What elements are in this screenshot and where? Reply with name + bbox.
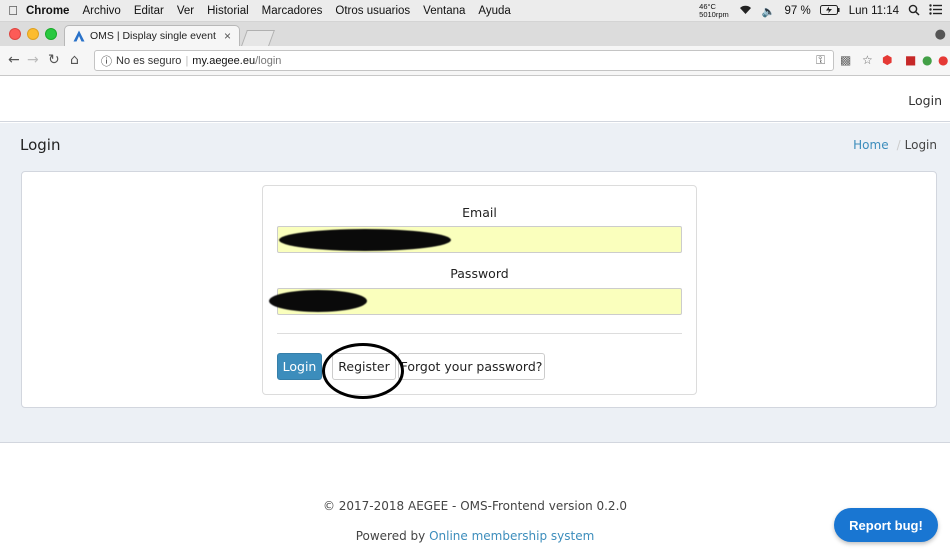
fan-rpm-value: 5010rpm [699,10,729,19]
menu-archivo[interactable]: Archivo [82,5,120,17]
menu-chrome[interactable]: Chrome [26,5,69,17]
menu-ver[interactable]: Ver [177,5,194,17]
report-bug-button[interactable]: Report bug! [834,508,938,542]
window-zoom-button[interactable] [45,28,57,40]
back-arrow-icon[interactable]: ← [8,52,20,68]
menu-otros-usuarios[interactable]: Otros usuarios [335,5,410,17]
menu-historial[interactable]: Historial [207,5,249,17]
window-minimize-button[interactable] [27,28,39,40]
home-icon[interactable]: ⌂ [70,52,79,68]
menu-ayuda[interactable]: Ayuda [478,5,510,17]
extension-icon[interactable]: ■ [905,53,916,67]
green-extension-icon[interactable]: ● [922,53,932,67]
menubar-status-area: 46°C 5010rpm 🔈 97 % Lun 11:14 [699,0,942,22]
page-footer: © 2017-2018 AEGEE - OMS-Frontend version… [0,442,950,556]
form-divider [277,333,682,334]
breadcrumb-home-link[interactable]: Home [853,138,888,152]
adblock-icon[interactable]: ⬢ [882,53,892,67]
temperature-readout[interactable]: 46°C 5010rpm [699,3,729,19]
breadcrumb: Home / Login [853,138,937,152]
mac-menubar:  Chrome Archivo Editar Ver Historial Ma… [0,0,950,22]
new-tab-button[interactable] [241,30,275,46]
forgot-password-button[interactable]: Forgot your password? [398,353,545,380]
powered-by-link[interactable]: Online membership system [429,529,594,543]
password-label: Password [450,266,509,281]
notification-center-icon[interactable] [929,4,942,18]
page-navbar: Login [0,77,950,122]
spotlight-search-icon[interactable] [908,4,920,19]
browser-tab-active[interactable]: OMS | Display single event × [64,25,240,46]
password-key-icon[interactable]: ⚿ [816,53,825,68]
battery-icon[interactable] [819,4,840,18]
powered-by-text: Powered by [355,529,430,543]
url-separator: | [185,54,189,67]
navbar-login-link[interactable]: Login [908,93,942,108]
forward-arrow-icon[interactable]: → [27,52,39,68]
clock[interactable]: Lun 11:14 [849,5,899,17]
reload-icon[interactable]: ↻ [48,52,60,68]
browser-toolbar: ← → ↻ ⌂ ⓘ No es seguro | my.aegee.eu/log… [0,46,950,76]
email-label: Email [462,205,497,220]
browser-tabstrip: OMS | Display single event × ● [0,22,950,46]
menu-editar[interactable]: Editar [134,5,164,17]
address-bar[interactable]: ⓘ No es seguro | my.aegee.eu/login [94,50,834,71]
window-close-button[interactable] [9,28,21,40]
breadcrumb-separator: / [896,138,901,152]
tab-title: OMS | Display single event [90,30,216,42]
translate-icon[interactable]: ▩ [840,53,851,67]
content-header: Login Home / Login [0,123,950,167]
menu-ventana[interactable]: Ventana [423,5,465,17]
wifi-icon[interactable] [738,4,753,18]
apple-icon[interactable]:  [0,3,26,18]
tab-close-icon[interactable]: × [224,29,231,43]
footer-panel: © 2017-2018 AEGEE - OMS-Frontend version… [0,442,950,556]
security-label: No es seguro [116,54,182,67]
page-title: Login [20,136,61,154]
url-path: /login [255,54,282,67]
password-redaction-scribble [269,290,367,312]
footer-powered-by: Powered by Online membership system [0,529,950,543]
profile-icon[interactable]: ● [935,27,946,42]
info-icon[interactable]: ⓘ [101,53,112,69]
highlight-circle-annotation [322,343,404,399]
url-domain: my.aegee.eu [192,54,256,67]
red-extension-icon[interactable]: ● [938,53,948,67]
bookmark-star-icon[interactable]: ☆ [862,53,873,67]
aegee-favicon-icon [73,30,85,42]
login-button[interactable]: Login [277,353,322,380]
breadcrumb-current: Login [904,138,937,152]
battery-percent[interactable]: 97 % [784,5,810,17]
menu-marcadores[interactable]: Marcadores [262,5,323,17]
footer-copyright: © 2017-2018 AEGEE - OMS-Frontend version… [322,499,628,513]
volume-icon[interactable]: 🔈 [762,5,776,18]
email-redaction-scribble [279,229,451,251]
